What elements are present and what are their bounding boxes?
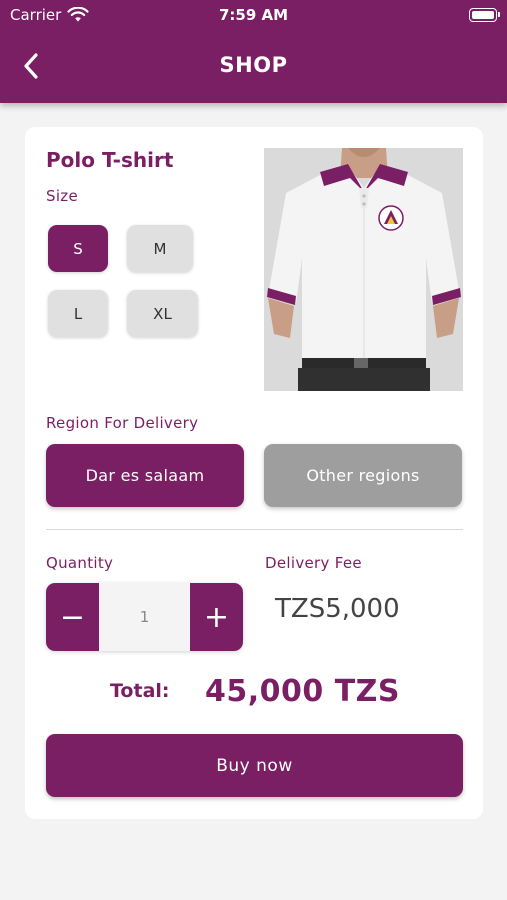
battery-icon <box>469 8 500 22</box>
region-option-dar-es-salaam[interactable]: Dar es salaam <box>46 444 244 507</box>
size-option-s[interactable]: S <box>48 225 108 272</box>
product-name: Polo T-shirt <box>46 148 174 172</box>
clock: 7:59 AM <box>218 6 289 24</box>
app-bar: Carrier 7:59 AM SHOP <box>0 0 507 103</box>
delivery-fee-value: TZS5,000 <box>275 594 400 624</box>
total-label: Total: <box>110 680 170 702</box>
status-bar: Carrier 7:59 AM <box>0 5 507 27</box>
size-option-m[interactable]: M <box>127 225 193 272</box>
divider <box>46 529 463 530</box>
page-title: SHOP <box>219 53 288 77</box>
size-option-xl[interactable]: XL <box>127 290 198 337</box>
decrement-button[interactable]: − <box>46 583 99 651</box>
delivery-fee-label: Delivery Fee <box>265 554 362 572</box>
increment-button[interactable]: + <box>190 583 243 651</box>
quantity-stepper: − 1 + <box>46 583 243 651</box>
region-option-other-regions[interactable]: Other regions <box>264 444 462 507</box>
product-image <box>264 148 463 391</box>
quantity-label: Quantity <box>46 554 114 572</box>
region-label: Region For Delivery <box>46 414 199 432</box>
size-option-l[interactable]: L <box>48 290 108 337</box>
total-value: 45,000 TZS <box>205 674 401 709</box>
buy-now-button[interactable]: Buy now <box>46 734 463 797</box>
size-label: Size <box>46 187 78 205</box>
quantity-value[interactable]: 1 <box>99 583 190 651</box>
